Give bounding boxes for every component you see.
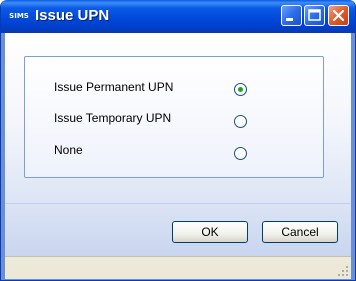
option-label-temporary: Issue Temporary UPN <box>54 111 172 125</box>
window-title: Issue UPN <box>35 7 110 24</box>
sims-app-icon: SIMS <box>9 12 29 20</box>
minimize-button[interactable] <box>281 5 302 26</box>
maximize-icon <box>308 9 321 21</box>
dialog-window: SIMS Issue UPN Issue Permanent UPN Issue… <box>0 0 356 281</box>
status-bar <box>5 256 351 279</box>
maximize-button[interactable] <box>304 5 325 26</box>
title-bar[interactable]: SIMS Issue UPN <box>1 0 355 33</box>
minimize-icon <box>286 18 293 21</box>
dialog-body: Issue Permanent UPN Issue Temporary UPN … <box>5 33 351 256</box>
resize-grip-icon[interactable] <box>337 265 349 277</box>
radio-issue-temporary[interactable] <box>234 115 247 128</box>
footer-divider <box>5 203 351 204</box>
close-icon <box>332 9 345 22</box>
ok-button[interactable]: OK <box>172 221 248 243</box>
upn-options-group: Issue Permanent UPN Issue Temporary UPN … <box>24 56 324 178</box>
close-button[interactable] <box>328 5 349 26</box>
option-label-none: None <box>54 143 83 157</box>
option-label-permanent: Issue Permanent UPN <box>54 80 174 94</box>
radio-issue-permanent[interactable] <box>234 83 247 96</box>
radio-none[interactable] <box>234 147 247 160</box>
cancel-button[interactable]: Cancel <box>262 221 338 243</box>
